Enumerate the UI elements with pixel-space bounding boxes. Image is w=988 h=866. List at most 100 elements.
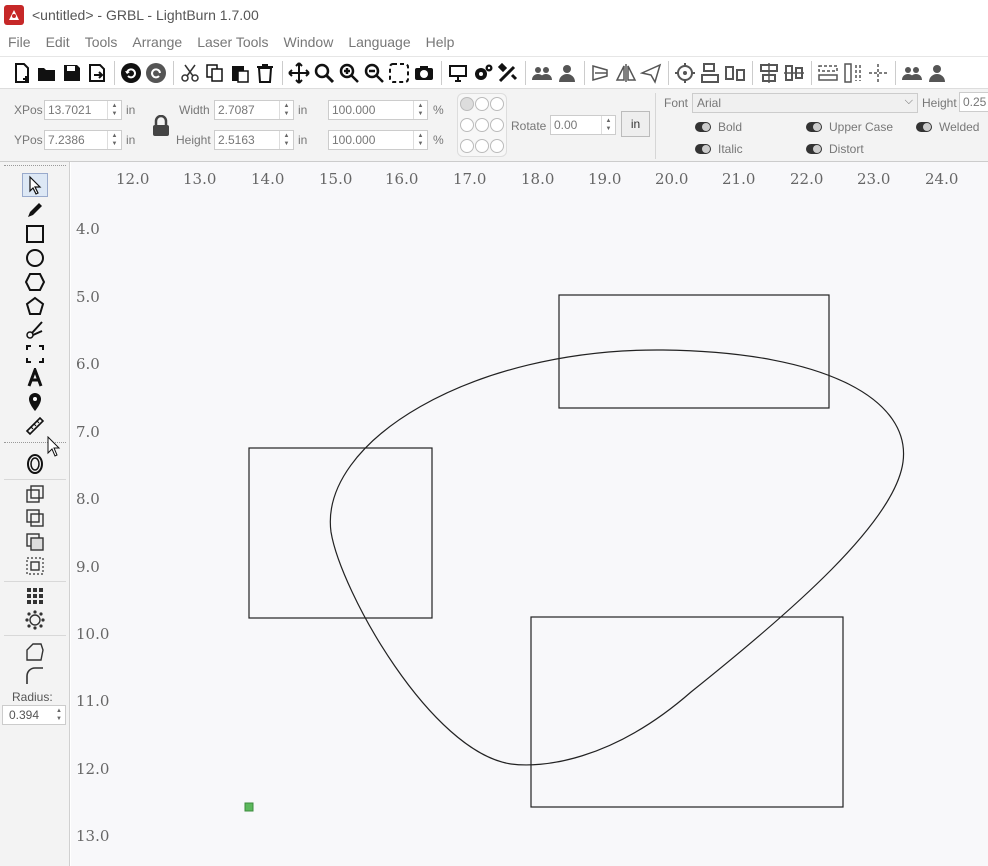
export-icon[interactable] bbox=[85, 61, 109, 85]
align-horizontal-icon[interactable] bbox=[698, 61, 722, 85]
position-laser-tool-icon[interactable] bbox=[22, 342, 48, 366]
menu-file[interactable]: File bbox=[8, 34, 31, 50]
anchor-top-right[interactable] bbox=[490, 97, 504, 111]
save-icon[interactable] bbox=[60, 61, 84, 85]
select-tool-icon[interactable] bbox=[22, 173, 48, 197]
scale-y-input[interactable]: 100.000 ▲ ▼ bbox=[328, 130, 428, 150]
copy-icon[interactable] bbox=[203, 61, 227, 85]
pen-tool-icon[interactable] bbox=[22, 198, 48, 222]
fillet-corner-icon[interactable] bbox=[22, 664, 48, 688]
menu-language[interactable]: Language bbox=[348, 34, 410, 50]
spin-arrows-icon[interactable]: ▲ ▼ bbox=[413, 101, 427, 119]
anchor-middle-right[interactable] bbox=[490, 118, 504, 132]
trim-scissors-icon[interactable] bbox=[22, 318, 48, 342]
scale-x-input[interactable]: 100.000 ▲ ▼ bbox=[328, 100, 428, 120]
camera-icon[interactable] bbox=[412, 61, 436, 85]
device-settings-wrench-icon[interactable] bbox=[496, 61, 520, 85]
offset-shapes-icon[interactable] bbox=[22, 452, 48, 476]
menu-arrange[interactable]: Arrange bbox=[132, 34, 182, 50]
space-horizontal-icon[interactable] bbox=[816, 61, 840, 85]
corner-round-icon[interactable] bbox=[22, 640, 48, 664]
spin-arrows-icon[interactable]: ▲ ▼ bbox=[279, 131, 293, 149]
workspace-canvas[interactable]: 12.0 13.0 14.0 15.0 16.0 17.0 18.0 19.0 … bbox=[71, 162, 988, 866]
ungroup-icon[interactable] bbox=[555, 61, 579, 85]
ypos-input[interactable]: 7.2386 ▲ ▼ bbox=[44, 130, 122, 150]
height-input[interactable]: 2.5163 ▲ ▼ bbox=[214, 130, 294, 150]
text-tool-icon[interactable] bbox=[22, 366, 48, 390]
ellipse-shape[interactable] bbox=[329, 349, 905, 766]
frame-selection-icon[interactable] bbox=[387, 61, 411, 85]
open-folder-icon[interactable] bbox=[35, 61, 59, 85]
zoom-fit-icon[interactable] bbox=[312, 61, 336, 85]
weld-shapes-icon[interactable] bbox=[22, 554, 48, 578]
move-together-icon[interactable] bbox=[866, 61, 890, 85]
align-vertical-icon[interactable] bbox=[723, 61, 747, 85]
boolean-union-icon[interactable] bbox=[22, 482, 48, 506]
menu-window[interactable]: Window bbox=[284, 34, 334, 50]
radius-input[interactable]: 0.394 ▲ ▼ bbox=[2, 705, 66, 725]
mirror-vertical-icon[interactable] bbox=[614, 61, 638, 85]
measure-ruler-icon[interactable] bbox=[22, 414, 48, 438]
spin-arrows-icon[interactable]: ▲ ▼ bbox=[413, 131, 427, 149]
spin-arrows-icon[interactable]: ▲ ▼ bbox=[53, 706, 65, 724]
group-icon[interactable] bbox=[530, 61, 554, 85]
menu-laser-tools[interactable]: Laser Tools bbox=[197, 34, 268, 50]
text-height-input[interactable]: 0.25 bbox=[959, 92, 988, 112]
distribute-horizontal-icon[interactable] bbox=[757, 61, 781, 85]
bold-toggle[interactable] bbox=[695, 122, 711, 132]
monitor-icon[interactable] bbox=[446, 61, 470, 85]
zoom-in-icon[interactable] bbox=[337, 61, 361, 85]
anchor-middle-left[interactable] bbox=[460, 118, 474, 132]
rectangle-shape[interactable] bbox=[530, 616, 844, 808]
polygon-tool-icon[interactable] bbox=[22, 270, 48, 294]
width-input[interactable]: 2.7087 ▲ ▼ bbox=[214, 100, 294, 120]
user-icon[interactable] bbox=[925, 61, 949, 85]
align-centers-icon[interactable] bbox=[673, 61, 697, 85]
delete-icon[interactable] bbox=[253, 61, 277, 85]
edit-nodes-tool-icon[interactable] bbox=[22, 294, 48, 318]
paste-icon[interactable] bbox=[228, 61, 252, 85]
spin-arrows-icon[interactable]: ▲ ▼ bbox=[107, 131, 121, 149]
distribute-vertical-icon[interactable] bbox=[782, 61, 806, 85]
anchor-bottom-center[interactable] bbox=[475, 139, 489, 153]
anchor-bottom-left[interactable] bbox=[460, 139, 474, 153]
redo-icon[interactable] bbox=[144, 61, 168, 85]
undo-icon[interactable] bbox=[119, 61, 143, 85]
anchor-center[interactable] bbox=[475, 118, 489, 132]
zoom-out-icon[interactable] bbox=[362, 61, 386, 85]
settings-gear-icon[interactable] bbox=[471, 61, 495, 85]
mirror-horizontal-icon[interactable] bbox=[589, 61, 613, 85]
upper-case-toggle[interactable] bbox=[806, 122, 822, 132]
italic-toggle[interactable] bbox=[695, 144, 711, 154]
menu-help[interactable]: Help bbox=[426, 34, 455, 50]
rectangle-tool-icon[interactable] bbox=[22, 222, 48, 246]
boolean-subtract-icon[interactable] bbox=[22, 506, 48, 530]
lock-aspect-icon[interactable] bbox=[152, 115, 170, 137]
spin-arrows-icon[interactable]: ▲ ▼ bbox=[279, 101, 293, 119]
distort-toggle[interactable] bbox=[806, 144, 822, 154]
anchor-top-center[interactable] bbox=[475, 97, 489, 111]
move-icon[interactable] bbox=[287, 61, 311, 85]
rotate-input[interactable]: 0.00 ▲ ▼ bbox=[550, 115, 616, 135]
anchor-top-left[interactable] bbox=[460, 97, 474, 111]
new-file-icon[interactable] bbox=[10, 61, 34, 85]
xpos-input[interactable]: 13.7021 ▲ ▼ bbox=[44, 100, 122, 120]
map-pin-icon[interactable] bbox=[22, 390, 48, 414]
anchor-bottom-right[interactable] bbox=[490, 139, 504, 153]
menu-edit[interactable]: Edit bbox=[46, 34, 70, 50]
welded-toggle[interactable] bbox=[916, 122, 932, 132]
circular-array-icon[interactable] bbox=[22, 608, 48, 632]
unit-toggle-button[interactable]: in bbox=[621, 111, 650, 137]
space-vertical-icon[interactable] bbox=[841, 61, 865, 85]
send-to-laser-icon[interactable] bbox=[639, 61, 663, 85]
cut-icon[interactable] bbox=[178, 61, 202, 85]
users-group-icon[interactable] bbox=[900, 61, 924, 85]
boolean-intersect-icon[interactable] bbox=[22, 530, 48, 554]
font-dropdown[interactable]: Arial ⌵ bbox=[692, 93, 918, 113]
ellipse-tool-icon[interactable] bbox=[22, 246, 48, 270]
spin-arrows-icon[interactable]: ▲ ▼ bbox=[107, 101, 121, 119]
menu-tools[interactable]: Tools bbox=[85, 34, 118, 50]
grid-array-icon[interactable] bbox=[22, 584, 48, 608]
spin-arrows-icon[interactable]: ▲ ▼ bbox=[601, 116, 615, 134]
rectangle-shape[interactable] bbox=[248, 447, 433, 619]
